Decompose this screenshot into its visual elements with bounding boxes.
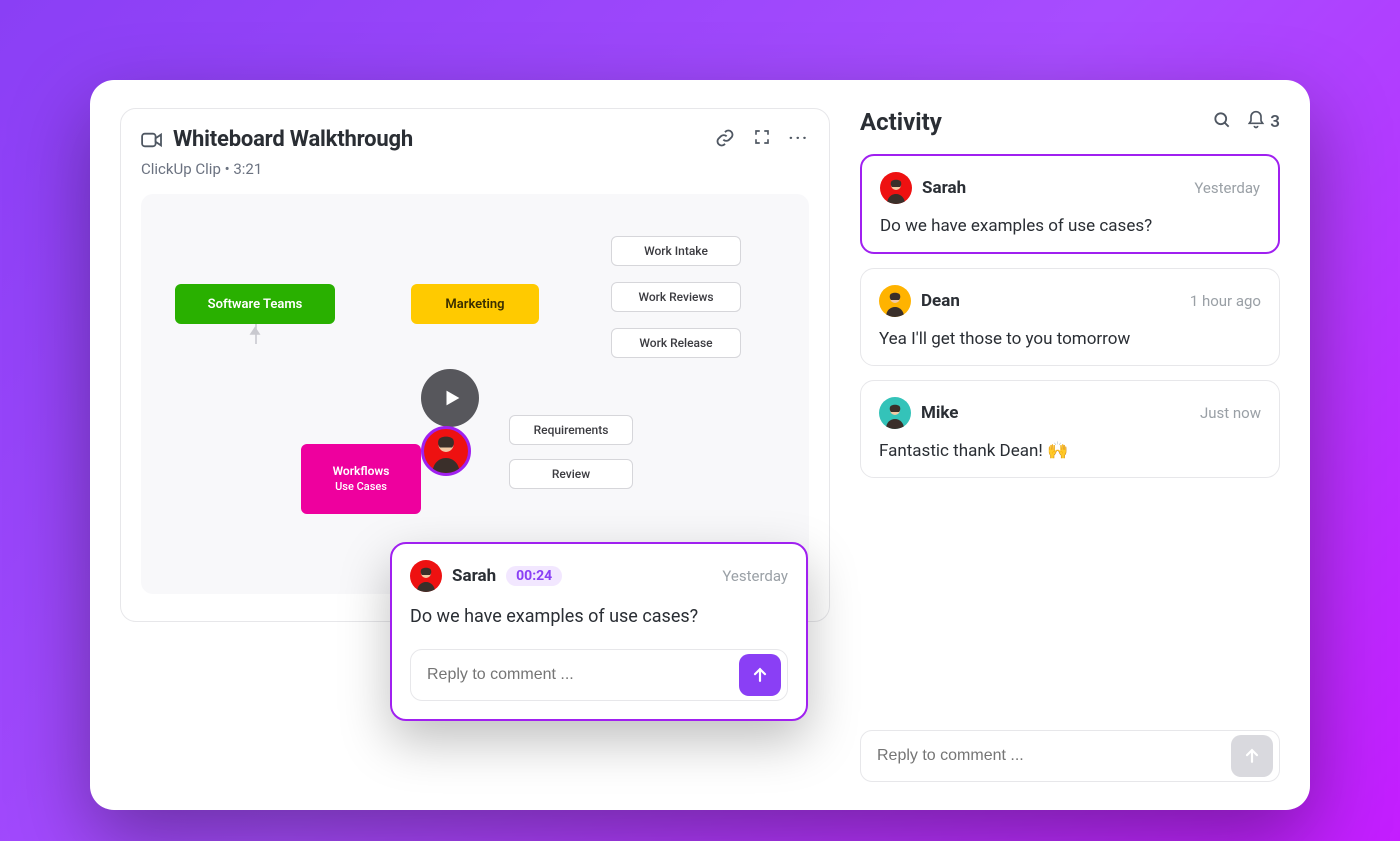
- avatar: [410, 560, 442, 592]
- comment-popup: Sarah 00:24 Yesterday Do we have example…: [390, 542, 808, 721]
- activity-title: Activity: [860, 108, 942, 136]
- avatar: [879, 285, 911, 317]
- activity-reply-input[interactable]: [877, 747, 1231, 765]
- activity-reply-wrap: [860, 730, 1280, 782]
- wb-node-requirements: Requirements: [509, 415, 633, 445]
- notification-count: 3: [1270, 112, 1280, 132]
- activity-send-button[interactable]: [1231, 735, 1273, 777]
- activity-text: Do we have examples of use cases?: [880, 216, 1260, 236]
- activity-author: Dean: [921, 291, 960, 311]
- wb-node-work-intake: Work Intake: [611, 236, 741, 266]
- bell-icon: [1246, 110, 1266, 134]
- activity-item[interactable]: Sarah Yesterday Do we have examples of u…: [860, 154, 1280, 254]
- comment-author: Sarah: [452, 566, 496, 586]
- activity-actions: 3: [1212, 110, 1280, 134]
- wb-node-workflows-sub: Use Cases: [335, 480, 387, 494]
- activity-text: Yea I'll get those to you tomorrow: [879, 329, 1261, 349]
- activity-date: Just now: [1200, 404, 1261, 422]
- avatar: [879, 397, 911, 429]
- comment-date: Yesterday: [722, 567, 788, 585]
- wb-node-work-reviews: Work Reviews: [611, 282, 741, 312]
- activity-date: 1 hour ago: [1190, 292, 1261, 310]
- clip-timestamp-badge[interactable]: 00:24: [506, 566, 562, 586]
- activity-panel: Activity 3 Sarah Yesterday: [860, 108, 1280, 782]
- wb-node-workflows: Workflows Use Cases: [301, 444, 421, 514]
- reply-input[interactable]: [427, 666, 739, 684]
- wb-node-software: Software Teams: [175, 284, 335, 324]
- clip-header: Whiteboard Walkthrough ···: [141, 127, 809, 152]
- activity-list: Sarah Yesterday Do we have examples of u…: [860, 154, 1280, 478]
- activity-author: Mike: [921, 403, 958, 423]
- clip-actions: ···: [715, 128, 809, 152]
- clip-column: Whiteboard Walkthrough ··· ClickUp Clip …: [120, 108, 830, 782]
- presenter-avatar: [421, 426, 471, 476]
- link-icon[interactable]: [715, 128, 735, 152]
- avatar: [880, 172, 912, 204]
- wb-node-marketing: Marketing: [411, 284, 539, 324]
- app-window: Whiteboard Walkthrough ··· ClickUp Clip …: [90, 80, 1310, 810]
- send-button[interactable]: [739, 654, 781, 696]
- activity-item[interactable]: Mike Just now Fantastic thank Dean! 🙌: [860, 380, 1280, 478]
- search-icon[interactable]: [1212, 110, 1232, 134]
- activity-text: Fantastic thank Dean! 🙌: [879, 441, 1261, 461]
- clip-title: Whiteboard Walkthrough: [173, 127, 413, 152]
- clip-subtitle: ClickUp Clip • 3:21: [141, 160, 809, 178]
- whiteboard-preview[interactable]: Software Teams Marketing Workflows Use C…: [141, 194, 809, 594]
- more-icon[interactable]: ···: [789, 128, 809, 152]
- wb-node-review: Review: [509, 459, 633, 489]
- activity-item[interactable]: Dean 1 hour ago Yea I'll get those to yo…: [860, 268, 1280, 366]
- activity-header: Activity 3: [860, 108, 1280, 136]
- wb-node-work-release: Work Release: [611, 328, 741, 358]
- comment-text: Do we have examples of use cases?: [410, 606, 788, 627]
- play-button[interactable]: [421, 369, 479, 427]
- video-icon: [141, 131, 163, 149]
- activity-date: Yesterday: [1194, 179, 1260, 197]
- activity-author: Sarah: [922, 178, 966, 198]
- reply-input-wrap: [410, 649, 788, 701]
- expand-icon[interactable]: [753, 128, 771, 152]
- wb-node-workflows-title: Workflows: [333, 464, 390, 480]
- comment-header: Sarah 00:24 Yesterday: [410, 560, 788, 592]
- notifications-button[interactable]: 3: [1246, 110, 1280, 134]
